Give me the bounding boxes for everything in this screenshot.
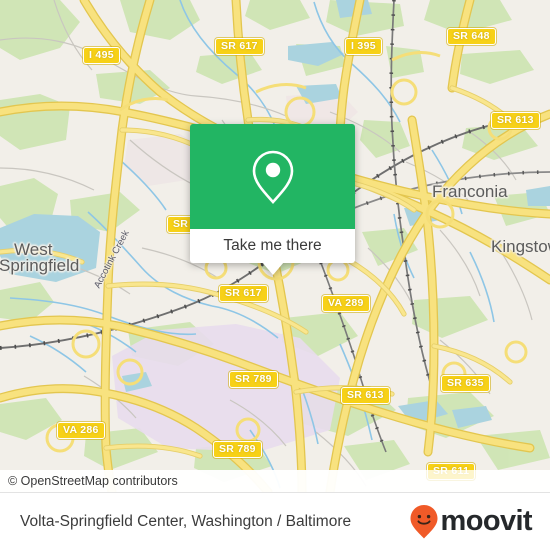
place-label-kingstowne: Kingstowne bbox=[491, 237, 550, 256]
road-shield: I 495 bbox=[83, 47, 120, 64]
road-shield: SR 635 bbox=[441, 375, 490, 392]
location-title: Volta-Springfield Center, Washington / B… bbox=[20, 512, 352, 530]
take-me-there-button[interactable]: Take me there bbox=[190, 229, 355, 263]
road-shield: SR 648 bbox=[447, 28, 496, 45]
road-shield: SR 789 bbox=[213, 441, 262, 458]
location-popup-card[interactable]: Take me there bbox=[190, 124, 355, 275]
moovit-logo[interactable]: moovit bbox=[409, 504, 533, 540]
road-shield: SR 789 bbox=[229, 371, 278, 388]
moovit-smiley-pin-icon bbox=[410, 504, 438, 538]
map-canvas[interactable]: I 495 SR 617 I 395 SR 648 SR 613 SR 617 … bbox=[0, 0, 550, 492]
screenshot-root: I 495 SR 617 I 395 SR 648 SR 613 SR 617 … bbox=[0, 0, 550, 550]
road-shield: SR 617 bbox=[215, 38, 264, 55]
map-attribution[interactable]: © OpenStreetMap contributors bbox=[0, 470, 550, 492]
moovit-wordmark: moovit bbox=[440, 505, 533, 537]
take-me-there-label: Take me there bbox=[223, 237, 322, 254]
road-shield: I 395 bbox=[345, 38, 382, 55]
map-pin-icon bbox=[252, 150, 293, 204]
road-shield: SR 617 bbox=[219, 285, 268, 302]
place-label-springfield: Springfield bbox=[0, 256, 80, 275]
road-shield: SR 613 bbox=[491, 112, 540, 129]
road-shield: VA 286 bbox=[57, 422, 105, 439]
popup-tail bbox=[262, 262, 284, 275]
road-shield: VA 289 bbox=[322, 295, 370, 312]
place-label-franconia: Franconia bbox=[432, 182, 508, 201]
footer-bar: Volta-Springfield Center, Washington / B… bbox=[0, 492, 550, 550]
road-shield: SR 613 bbox=[341, 387, 390, 404]
popup-icon-area bbox=[190, 124, 355, 229]
